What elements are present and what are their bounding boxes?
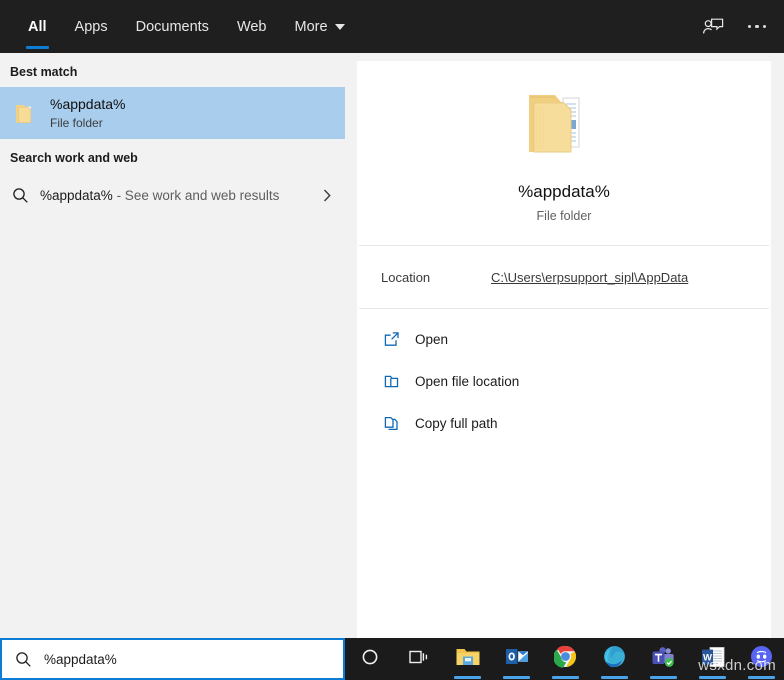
action-open-label: Open <box>415 332 448 347</box>
chrome-icon <box>554 645 577 673</box>
folder-icon <box>10 99 44 127</box>
search-flyout: All Apps Documents Web More <box>0 0 784 680</box>
taskbar-cortana[interactable] <box>345 638 394 680</box>
results-pane: Best match %appdata% File folder Search … <box>0 53 345 638</box>
chevron-right-icon[interactable] <box>322 188 333 203</box>
result-item-text: %appdata% File folder <box>50 96 126 131</box>
tab-apps-label: Apps <box>75 19 108 35</box>
search-icon <box>12 187 40 204</box>
tab-bar: All Apps Documents Web More <box>0 0 359 53</box>
search-input-value[interactable]: %appdata% <box>44 652 117 667</box>
result-item-title: %appdata% <box>50 96 126 113</box>
preview-title: %appdata% <box>518 182 610 202</box>
web-result-item[interactable]: %appdata% - See work and web results <box>0 173 345 217</box>
folder-large-icon <box>523 87 605 166</box>
action-copy-full-path[interactable]: Copy full path <box>357 407 771 439</box>
open-external-icon <box>383 331 415 348</box>
action-open-file-location[interactable]: Open file location <box>357 365 771 397</box>
best-match-heading: Best match <box>0 53 345 87</box>
preview-hero: %appdata% File folder <box>357 61 771 245</box>
web-result-suffix: - See work and web results <box>113 188 280 203</box>
taskbar-discord[interactable] <box>737 638 784 680</box>
header-actions <box>702 0 784 53</box>
tab-all-label: All <box>28 19 47 35</box>
action-open[interactable]: Open <box>357 323 771 355</box>
taskbar-outlook[interactable] <box>492 638 541 680</box>
search-header: All Apps Documents Web More <box>0 0 784 53</box>
action-list: Open Open file location <box>357 309 771 439</box>
action-copy-full-path-label: Copy full path <box>415 416 498 431</box>
tab-web-label: Web <box>237 19 267 35</box>
taskbar-icons: W <box>345 638 784 680</box>
result-item-subtitle: File folder <box>50 115 126 131</box>
taskbar-chrome[interactable] <box>541 638 590 680</box>
file-explorer-icon <box>455 646 481 673</box>
preview-subtitle: File folder <box>537 209 592 223</box>
taskbar-file-explorer[interactable] <box>443 638 492 680</box>
tab-more-label: More <box>295 19 328 35</box>
discord-icon <box>750 645 773 673</box>
web-result-label: %appdata% - See work and web results <box>40 188 279 203</box>
tab-documents[interactable]: Documents <box>122 0 223 53</box>
copy-icon <box>383 415 415 432</box>
folder-open-icon <box>383 373 415 390</box>
tab-web[interactable]: Web <box>223 0 281 53</box>
tab-all[interactable]: All <box>14 0 61 53</box>
word-icon: W <box>701 646 725 673</box>
location-link[interactable]: C:\Users\erpsupport_sipl\AppData <box>491 270 688 285</box>
action-open-file-location-label: Open file location <box>415 374 519 389</box>
location-label: Location <box>381 270 491 285</box>
task-view-icon <box>408 648 430 671</box>
tab-documents-label: Documents <box>136 19 209 35</box>
taskbar-search-box[interactable]: %appdata% <box>0 638 345 680</box>
outlook-icon <box>505 646 529 672</box>
web-result-query: %appdata% <box>40 188 113 203</box>
teams-icon <box>651 646 676 673</box>
tab-apps[interactable]: Apps <box>61 0 122 53</box>
result-item-appdata[interactable]: %appdata% File folder <box>0 87 345 139</box>
tab-more[interactable]: More <box>281 0 359 53</box>
ellipsis-icon[interactable] <box>746 19 769 35</box>
taskbar-word[interactable]: W <box>688 638 737 680</box>
preview-pane: %appdata% File folder Location C:\Users\… <box>357 61 771 638</box>
taskbar-teams[interactable] <box>639 638 688 680</box>
chevron-down-icon <box>335 24 345 30</box>
location-row: Location C:\Users\erpsupport_sipl\AppDat… <box>357 246 771 308</box>
search-icon <box>15 651 32 668</box>
cortana-circle-icon <box>360 647 380 672</box>
taskbar-task-view[interactable] <box>394 638 443 680</box>
svg-text:W: W <box>703 652 712 663</box>
person-comment-icon[interactable] <box>702 17 724 37</box>
web-results-heading: Search work and web <box>0 139 345 173</box>
taskbar-edge[interactable] <box>590 638 639 680</box>
edge-icon <box>603 645 626 673</box>
